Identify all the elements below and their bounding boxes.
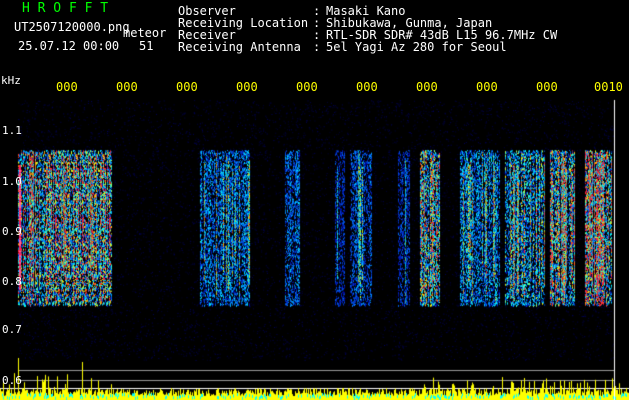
- spectrogram-waterfall: [0, 0, 629, 400]
- y-tick-label: 1.0: [2, 175, 22, 188]
- time-tick-label: 000: [236, 80, 258, 94]
- time-tick-label: 000: [416, 80, 438, 94]
- y-tick-label: 0.9: [2, 225, 22, 238]
- time-tick-label: 000: [476, 80, 498, 94]
- field-label-antenna: Receiving Antenna: [178, 40, 301, 54]
- y-tick-label: 0.6: [2, 374, 22, 387]
- y-tick-label: 1.1: [2, 124, 22, 137]
- field-value-antenna: 5el Yagi Az 280 for Seoul: [326, 40, 507, 54]
- time-tick-label: 000: [116, 80, 138, 94]
- time-tick-label: 0010: [594, 80, 623, 94]
- time-tick-label: 000: [56, 80, 78, 94]
- y-tick-label: 0.7: [2, 323, 22, 336]
- time-tick-label: 000: [296, 80, 318, 94]
- meteor-label: meteor: [123, 26, 167, 40]
- time-tick-label: 000: [356, 80, 378, 94]
- y-tick-label: 0.8: [2, 275, 22, 288]
- y-axis-unit: kHz: [1, 74, 21, 87]
- time-tick-label: 000: [536, 80, 558, 94]
- hrofft-screen: H R O F F T UT2507120000.png meteor 25.0…: [0, 0, 629, 400]
- field-sep: :: [313, 40, 321, 54]
- app-title: H R O F F T: [22, 1, 109, 16]
- meteor-count: 51: [139, 39, 154, 53]
- file-name: UT2507120000.png: [14, 20, 130, 34]
- time-tick-label: 000: [176, 80, 198, 94]
- date-time: 25.07.12 00:00: [18, 39, 120, 53]
